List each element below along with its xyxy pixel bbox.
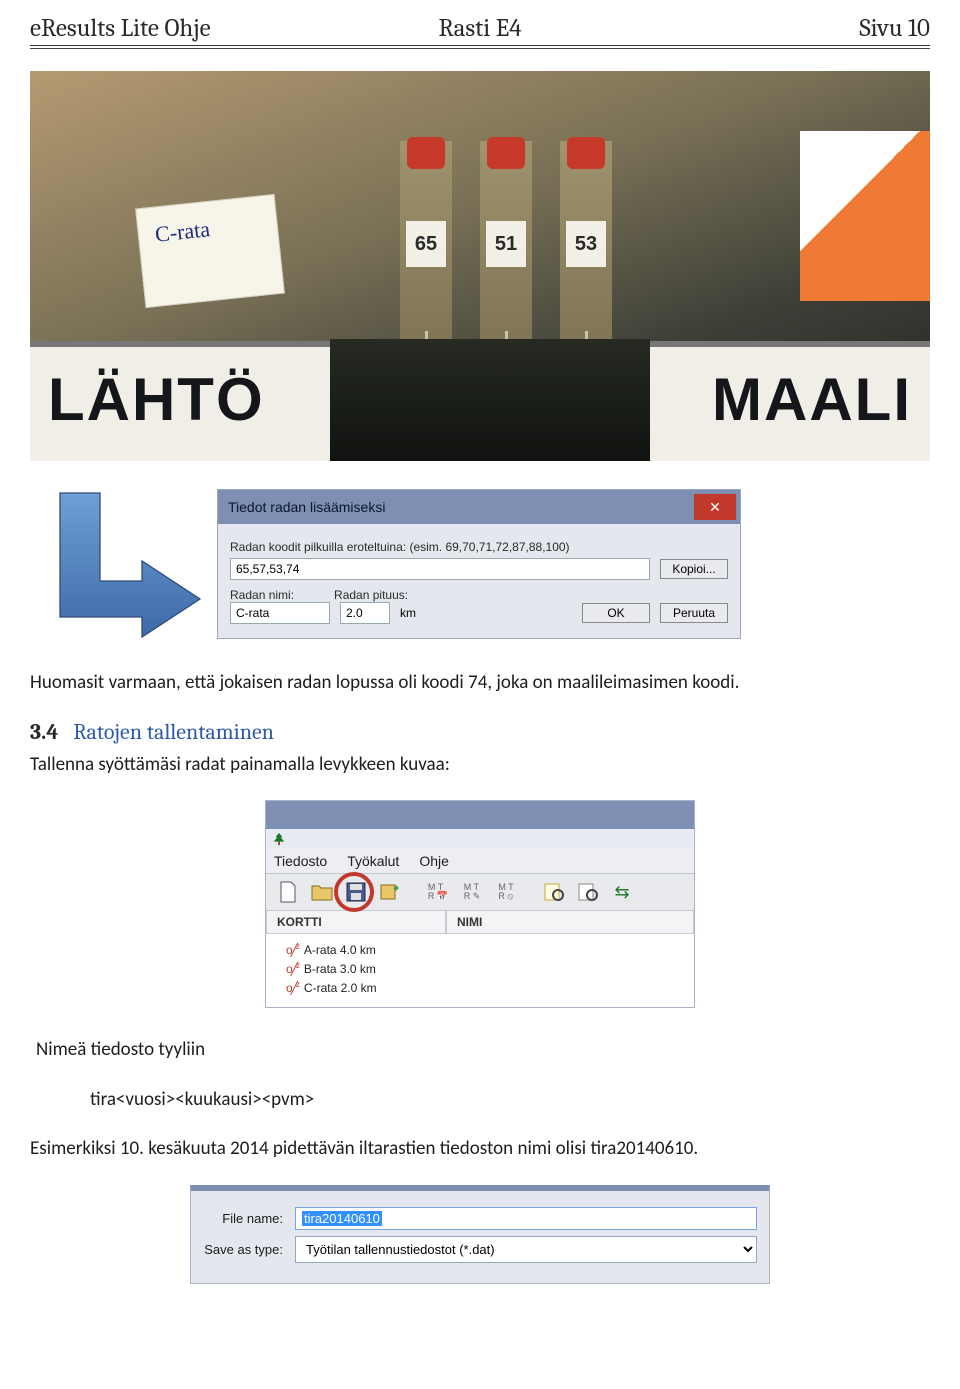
page-header: eResults Lite Ohje Rasti E4 Sivu 10 bbox=[30, 0, 930, 46]
header-right: Sivu 10 bbox=[630, 14, 930, 46]
paragraph-5: Esimerkiksi 10. kesäkuuta 2014 pidettävä… bbox=[30, 1135, 930, 1163]
toolbar-icon-9[interactable] bbox=[576, 880, 600, 904]
paragraph-4: tira<vuosi><kuukausi><pvm> bbox=[90, 1086, 930, 1114]
tree-item[interactable]: o╱zC-rata 2.0 km bbox=[286, 978, 688, 997]
tree-item[interactable]: o╱zB-rata 3.0 km bbox=[286, 959, 688, 978]
dialog-title: Tiedot radan lisäämiseksi bbox=[228, 499, 385, 515]
stick-num-3: 53 bbox=[566, 221, 606, 267]
section-title: Ratojen tallentaminen bbox=[73, 719, 274, 745]
mtr-icon-3[interactable]: M TR ⦸ bbox=[494, 880, 518, 904]
header-center: Rasti E4 bbox=[330, 14, 630, 46]
paragraph-3: Nimeä tiedosto tyyliin bbox=[36, 1036, 930, 1064]
km-unit: km bbox=[400, 606, 416, 620]
menu-file[interactable]: Tiedosto bbox=[274, 853, 327, 869]
mtr-icon-2[interactable]: M TR ✎ bbox=[460, 880, 484, 904]
eresults-app-window: Tiedosto Työkalut Ohje M TR 📅 M TR ✎ M T… bbox=[265, 800, 695, 1008]
codes-label: Radan koodit pilkuilla eroteltuina: (esi… bbox=[230, 540, 728, 554]
photo-orienteering-sticks: C-rata 65 51 53 LÄHTÖ MAALI bbox=[30, 71, 930, 461]
file-type-select[interactable]: Työtilan tallennustiedostot (*.dat) bbox=[295, 1236, 757, 1263]
header-left: eResults Lite Ohje bbox=[30, 14, 330, 46]
course-icon: o╱z bbox=[286, 980, 298, 995]
new-file-icon[interactable] bbox=[276, 880, 300, 904]
name-label: Radan nimi: bbox=[230, 588, 294, 602]
copy-button[interactable]: Kopioi... bbox=[660, 559, 728, 579]
cancel-button[interactable]: Peruuta bbox=[660, 603, 728, 623]
section-heading: 3.4 Ratojen tallentaminen bbox=[30, 719, 930, 745]
codes-input[interactable] bbox=[230, 558, 650, 580]
file-type-label: Save as type: bbox=[203, 1242, 283, 1257]
length-input[interactable] bbox=[340, 602, 390, 624]
stick-num-1: 65 bbox=[406, 221, 446, 267]
toolbar-icon-4[interactable] bbox=[378, 880, 402, 904]
close-button[interactable]: ✕ bbox=[694, 494, 736, 520]
stick-num-2: 51 bbox=[486, 221, 526, 267]
length-label: Radan pituus: bbox=[334, 588, 408, 602]
section-num: 3.4 bbox=[30, 719, 58, 745]
paragraph-1: Huomasit varmaan, että jokaisen radan lo… bbox=[30, 669, 930, 697]
ok-button[interactable]: OK bbox=[582, 603, 650, 623]
add-course-dialog: Tiedot radan lisäämiseksi ✕ Radan koodit… bbox=[217, 489, 741, 639]
mtr-icon-1[interactable]: M TR 📅 bbox=[426, 880, 450, 904]
open-folder-icon[interactable] bbox=[310, 880, 334, 904]
menu-help[interactable]: Ohje bbox=[419, 853, 449, 869]
file-name-label: File name: bbox=[203, 1211, 283, 1226]
col-header-1: KORTTI bbox=[266, 910, 446, 934]
course-icon: o╱z bbox=[286, 961, 298, 976]
arrow-shape bbox=[30, 489, 205, 639]
tree-icon bbox=[272, 832, 286, 846]
header-rule bbox=[30, 48, 930, 49]
tree-item[interactable]: o╱zA-rata 4.0 km bbox=[286, 940, 688, 959]
menu-tools[interactable]: Työkalut bbox=[347, 853, 399, 869]
file-save-dialog: File name: tira20140610 Save as type: Ty… bbox=[190, 1185, 770, 1284]
photo-sign-left: LÄHTÖ bbox=[48, 365, 265, 434]
save-disk-icon[interactable] bbox=[344, 880, 368, 904]
toolbar-icon-8[interactable] bbox=[542, 880, 566, 904]
file-name-input[interactable]: tira20140610 bbox=[302, 1211, 382, 1226]
photo-sign-right: MAALI bbox=[712, 365, 912, 434]
close-icon: ✕ bbox=[709, 499, 721, 516]
paragraph-2: Tallenna syöttämäsi radat painamalla lev… bbox=[30, 751, 930, 779]
name-input[interactable] bbox=[230, 602, 330, 624]
toolbar-icon-10[interactable]: ⇆ bbox=[610, 880, 634, 904]
course-icon: o╱z bbox=[286, 942, 298, 957]
col-header-2: NIMI bbox=[446, 910, 694, 934]
